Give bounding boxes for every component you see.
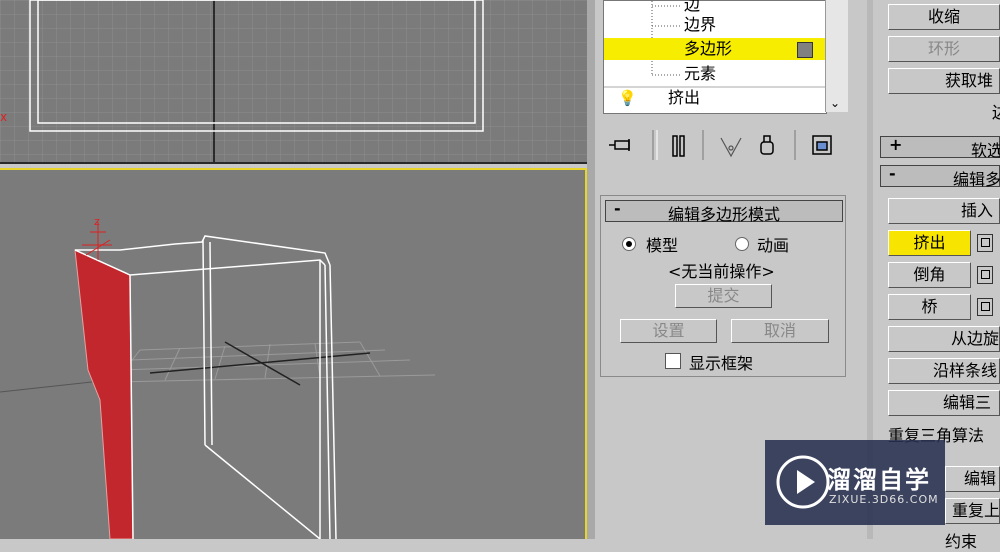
constraint-label: 约束 [945, 532, 978, 551]
lightbulb-icon[interactable]: 💡 [618, 87, 637, 109]
edit-button[interactable]: 编辑 [945, 466, 1000, 492]
pin-stack-icon [609, 139, 630, 151]
animate-radio-label: 动画 [757, 236, 790, 255]
model-radio-label: 模型 [646, 236, 679, 255]
stack-toolbar [603, 122, 847, 168]
show-end-result-icon [672, 135, 685, 157]
ring-button[interactable]: 环形 [888, 36, 1000, 62]
insert-vertex-button[interactable]: 插入 [888, 198, 1000, 224]
edit-poly-mode-rollout-header[interactable]: - 编辑多边形模式 [605, 199, 843, 224]
remove-modifier-icon [760, 135, 774, 155]
watermark-url: ZIXUE.3D66.COM [829, 493, 939, 506]
watermark-name: 溜溜自学 [827, 466, 931, 494]
shrink-button[interactable]: 收缩 [888, 4, 1000, 30]
top-viewport-grid: x [0, 0, 587, 162]
tree-item-label: 元素 [684, 64, 717, 83]
tree-item-polygon[interactable]: 多边形 [604, 38, 826, 60]
stack-toolbar-icons [609, 130, 832, 160]
bridge-settings-icon[interactable] [977, 298, 993, 316]
edit-polygons-rollout-header[interactable]: - 编辑多 [880, 164, 1000, 189]
rollout-title: 编辑多 [953, 170, 1000, 189]
configure-sets-icon [812, 135, 832, 155]
show-cage-checkbox[interactable] [665, 353, 681, 369]
make-unique-icon [720, 137, 742, 158]
edit-triangulation-button[interactable]: 编辑三 [888, 390, 1000, 416]
rollout-title: 编辑多边形模式 [667, 205, 780, 224]
extrude-button[interactable]: 挤出 [888, 230, 971, 256]
bevel-button[interactable]: 倒角 [888, 262, 971, 288]
selected-polygon [74, 249, 134, 539]
extrude-settings-icon[interactable] [977, 234, 993, 252]
model-radio[interactable] [622, 237, 636, 251]
bevel-settings-icon[interactable] [977, 266, 993, 284]
perspective-viewport[interactable]: z [0, 168, 587, 539]
settings-button[interactable]: 设置 [620, 319, 717, 343]
show-cage-label: 显示框架 [689, 354, 754, 373]
cancel-button[interactable]: 取消 [731, 319, 829, 343]
perspective-scene: z [0, 215, 436, 539]
hinge-from-edge-button[interactable]: 从边旋 [888, 326, 1000, 352]
tree-item-border[interactable]: 边界 [604, 14, 826, 36]
svg-text:z: z [94, 215, 100, 228]
clipped-label: 边 [992, 99, 1000, 123]
tree-item-element[interactable]: 元素 [604, 63, 826, 85]
expand-symbol: + [889, 135, 903, 154]
top-viewport[interactable]: x [0, 0, 587, 164]
tree-item-label: 挤出 [668, 88, 701, 107]
soft-selection-rollout-header[interactable]: + 软选 [880, 135, 1000, 160]
repeat-last-button[interactable]: 重复上 [945, 498, 1000, 524]
viewport-divider[interactable] [587, 0, 595, 539]
tree-scrollbar[interactable]: ⌄ [825, 0, 848, 112]
commit-button[interactable]: 提交 [675, 284, 772, 308]
tree-item-label: 边界 [684, 15, 717, 34]
extrude-along-spline-button[interactable]: 沿样条线 [888, 358, 1000, 384]
play-logo-icon [776, 455, 830, 509]
collapse-symbol: - [889, 164, 896, 183]
operation-status: <无当前操作> [668, 262, 775, 281]
watermark: 溜溜自学 ZIXUE.3D66.COM [765, 440, 945, 525]
svg-text:x: x [0, 110, 7, 124]
chevron-down-icon[interactable]: ⌄ [830, 96, 840, 110]
tree-item-extrude[interactable]: 💡 挤出 [604, 87, 826, 109]
get-stack-selection-button[interactable]: 获取堆 [888, 68, 1000, 94]
polygon-square-icon [797, 42, 813, 58]
rollout-title: 软选 [971, 141, 1000, 160]
animate-radio[interactable] [735, 237, 749, 251]
modifier-stack-tree[interactable]: 边 边界 多边形 元素 💡 挤出 [603, 0, 827, 114]
tree-item-label: 多边形 [684, 39, 733, 58]
bridge-button[interactable]: 桥 [888, 294, 971, 320]
